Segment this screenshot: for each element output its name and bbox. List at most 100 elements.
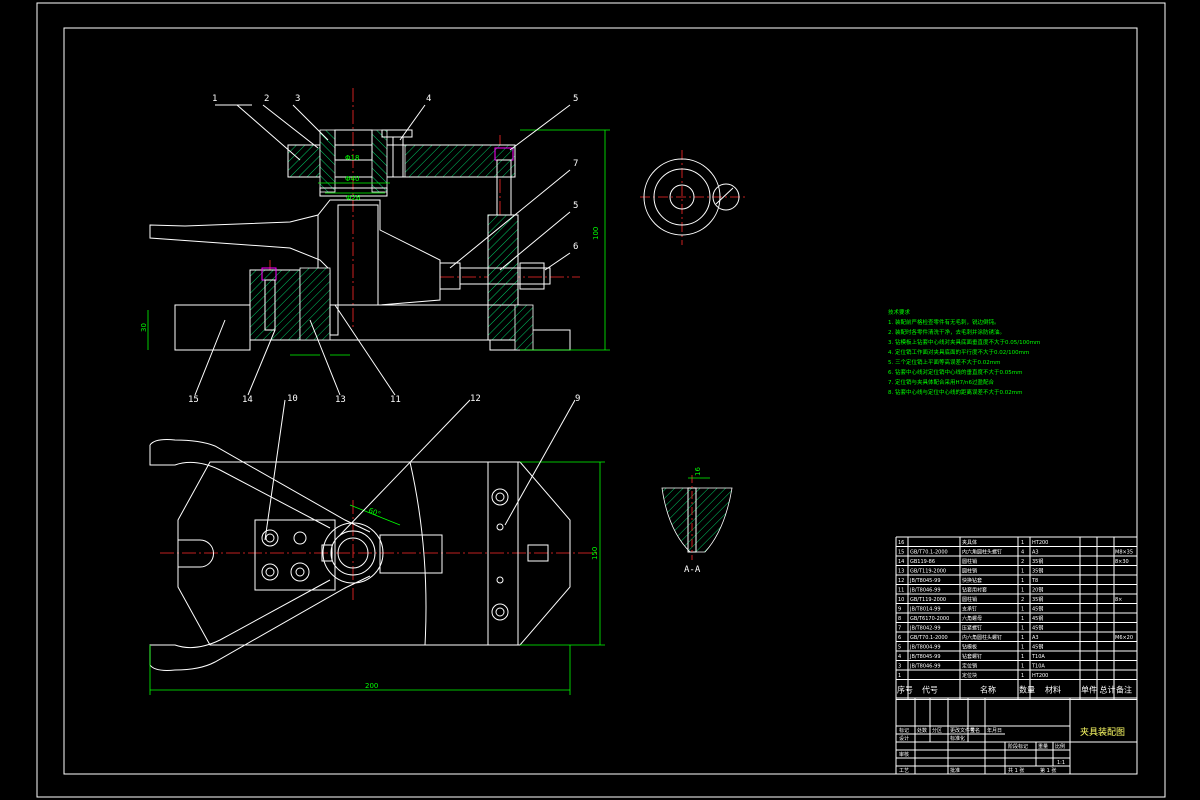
bom-cell-mat: A3 [1032, 635, 1039, 641]
bom-cell-no: 7 [898, 626, 901, 632]
bom-cell-qty: 1 [1021, 540, 1024, 546]
bom-cell-mat: A3 [1032, 550, 1039, 556]
bom-cell-mat: 20钢 [1032, 587, 1043, 594]
bom-cell-name: 圆柱销 [962, 568, 977, 575]
balloon-10: 10 [287, 394, 298, 404]
bom-cell-mat: T8 [1031, 578, 1038, 584]
bom-cell-qty: 4 [1021, 550, 1024, 556]
bom-cell-mat: T10A [1031, 664, 1045, 670]
tb-label-weight: 重量 [1038, 743, 1048, 750]
bom-header-name: 名称 [980, 685, 996, 695]
bom-cell-no: 8 [898, 616, 901, 622]
bom-cell-code: GB/T70.1-2000 [910, 550, 948, 556]
bom-cell-mat: 45钢 [1032, 615, 1043, 622]
bom-cell-code: GB/T6170-2000 [910, 616, 949, 622]
tech-note: 8. 钻套中心线与定位中心线的距离误差不大于0.02mm [888, 388, 1022, 396]
dim-width-top: 150 [591, 547, 599, 560]
tb-label-design: 设计 [899, 735, 909, 742]
balloon-5: 5 [573, 94, 578, 104]
bom-cell-qty: 1 [1021, 635, 1024, 641]
bom-cell-mat: 45钢 [1032, 644, 1043, 651]
tech-note: 1. 装配前严格检查零件有无毛刺，锐边倒钝。 [888, 318, 1000, 326]
title-block: 标记 处数 分区 更改文件号 签名 年月日 设计 标准化 审核 工艺 批准 阶段… [895, 697, 1138, 775]
bom-cell-code: GB119-86 [910, 559, 935, 565]
bom-cell-code: JB/T8014-99 [909, 607, 941, 613]
dim-section: 16 [694, 467, 702, 476]
bom-cell-qty: 1 [1021, 588, 1024, 594]
bom-cell-qty: 1 [1021, 664, 1024, 670]
tech-note: 6. 钻套中心线对定位销中心线的垂直度不大于0.05mm [888, 368, 1022, 376]
bom-cell-mat: 35钢 [1032, 558, 1043, 565]
tb-label-sign: 签名 [970, 727, 980, 734]
cad-drawing: 100 30 Φ40 Φ26 Φ18 1 2 3 4 5 7 5 6 15 14… [36, 2, 1166, 798]
tb-sheets-total: 共 1 张 [1008, 767, 1024, 774]
bom-cell-no: 12 [898, 578, 904, 584]
dim-base-height: 30 [140, 323, 148, 332]
bom-cell-no: 6 [898, 635, 901, 641]
bom-cell-qty: 2 [1021, 559, 1024, 565]
bom-cell-name: 内六角圆柱头螺钉 [962, 549, 1002, 556]
bom-cell-no: 10 [898, 597, 904, 603]
bom-cell-name: 钻模板 [962, 644, 977, 651]
balloon-1: 1 [212, 94, 217, 104]
bom-cell-no: 1 [898, 673, 901, 679]
balloon-6: 6 [573, 242, 578, 252]
bom-cell-mat: 35钢 [1032, 596, 1043, 603]
balloon-4: 4 [426, 94, 431, 104]
bom-cell-mat: HT200 [1032, 540, 1048, 546]
technical-notes: 技术要求 1. 装配前严格检查零件有无毛刺，锐边倒钝。 2. 装配时各零件清洗干… [888, 308, 1040, 396]
bom-cell-code: JB/T8042-99 [909, 626, 941, 632]
bom-cell-qty: 1 [1021, 645, 1024, 651]
tech-title: 技术要求 [888, 308, 911, 316]
balloon-5b: 5 [573, 201, 578, 211]
dim-bush-id: Φ26 [346, 194, 361, 202]
bom-cell-note: 8× [1115, 597, 1122, 603]
bom-cell-name: 圆柱销 [962, 596, 977, 603]
bom-cell-qty: 2 [1021, 597, 1024, 603]
bom-cell-qty: 1 [1021, 569, 1024, 575]
bom-cell-note: M8×35 [1115, 550, 1133, 556]
tech-note: 4. 定位销工作面对夹具底面的平行度不大于0.02/100mm [888, 348, 1029, 356]
balloon-13: 13 [335, 395, 346, 405]
bom-cell-name: 定位销 [962, 663, 977, 670]
bom-cell-no: 14 [898, 559, 904, 565]
top-view: 150 200 60° 10 12 9 [149, 394, 605, 695]
detail-circle-view [640, 150, 745, 245]
inner-frame [63, 27, 1138, 775]
balloon-15: 15 [188, 395, 199, 405]
tb-label-count: 处数 [917, 727, 927, 734]
bom-cell-no: 4 [898, 654, 901, 660]
dim-length-top: 200 [365, 682, 378, 690]
tb-label-process: 工艺 [899, 768, 909, 774]
dim-bore: Φ18 [345, 154, 359, 162]
bom-table: 16 夹具体 1 HT20015 GB/T70.1-2000 内六角圆柱头螺钉 4 A3 M8×… [895, 536, 1138, 700]
bom-cell-name: 六角螺母 [962, 615, 982, 622]
bom-cell-no: 16 [898, 540, 904, 546]
dim-height-front: 100 [592, 227, 600, 240]
bom-cell-name: 钻套螺钉 [962, 653, 982, 660]
bom-cell-qty: 1 [1021, 673, 1024, 679]
tb-label-date: 年月日 [987, 727, 1002, 734]
tech-note: 7. 定位销与夹具体配合采用H7/n6过盈配合 [888, 378, 994, 386]
tech-note: 5. 三个定位销上平面等高误差不大于0.02mm [888, 358, 1000, 366]
bom-header-note: 备注 [1116, 685, 1132, 695]
outer-frame [36, 2, 1166, 798]
bom-cell-qty: 1 [1021, 654, 1024, 660]
bom-cell-name: 圆柱销 [962, 558, 977, 565]
tech-note: 2. 装配时各零件清洗干净，去毛刺并涂防锈油。 [888, 328, 1005, 336]
bom-cell-name: 压紧螺钉 [962, 625, 982, 632]
bom-cell-mat: 45钢 [1032, 606, 1043, 613]
tb-label-stage: 阶段标记 [1008, 743, 1028, 750]
bom-cell-code: JB/T8046-99 [909, 588, 941, 594]
bom-cell-qty: 1 [1021, 607, 1024, 613]
balloon-12: 12 [470, 394, 481, 404]
section-label: A-A [684, 565, 701, 575]
tb-sheet-no: 第 1 张 [1040, 767, 1056, 774]
bom-cell-code: JB/T8004-99 [909, 645, 941, 651]
bom-header-unit: 单件 总计 [1081, 685, 1116, 695]
bom-cell-note: 8×30 [1115, 559, 1129, 565]
bom-cell-name: 钻套用衬套 [962, 587, 987, 594]
drawing-title: 夹具装配图 [1080, 726, 1125, 738]
tb-label-mark: 标记 [899, 727, 909, 734]
dim-bush-od: Φ40 [345, 175, 359, 183]
